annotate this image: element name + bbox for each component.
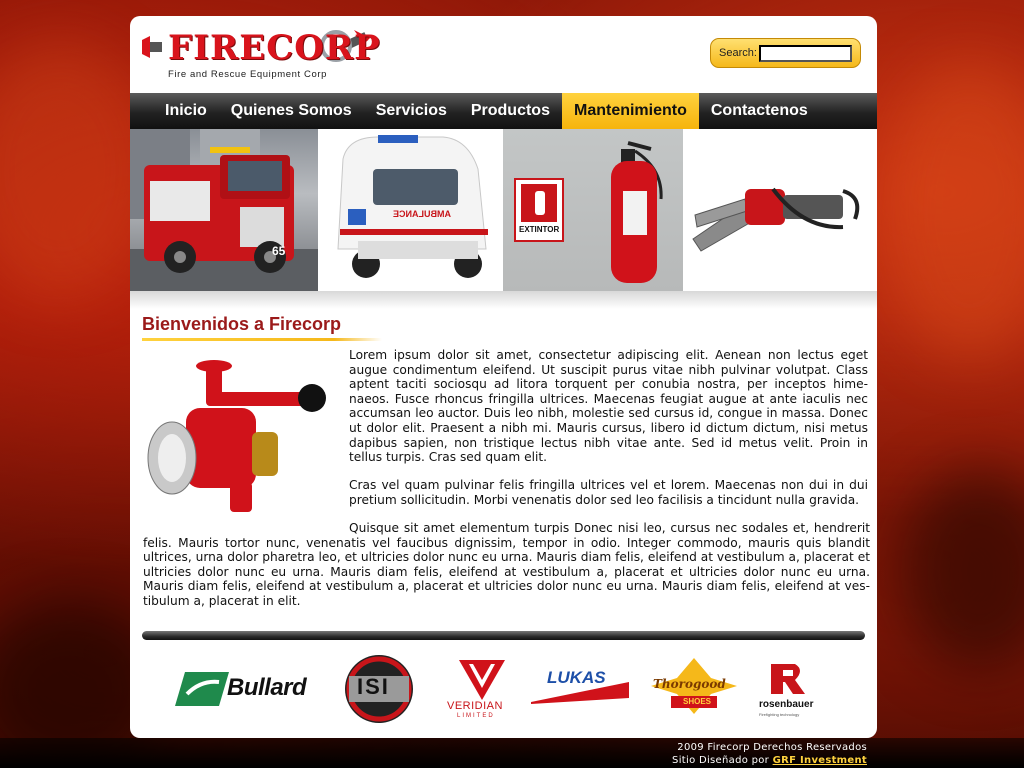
search-input[interactable] <box>758 44 852 62</box>
nav-item-contactenos[interactable]: Contactenos <box>699 93 820 129</box>
page-title: Bienvenidos a Firecorp <box>142 314 342 334</box>
rescue-cutter-icon <box>692 187 860 252</box>
isi-text: ISI <box>357 674 390 699</box>
main-nav: Inicio Quienes Somos Servicios Productos… <box>130 93 877 129</box>
fire-valve-icon <box>147 360 326 512</box>
rescue-tool-image <box>683 129 877 291</box>
veridian-text: VERIDIAN <box>447 700 503 712</box>
rosenbauer-text: rosenbauer <box>759 699 814 710</box>
extinguisher-image: EXTINTOR <box>503 129 683 291</box>
footer: 2009 Firecorp Derechos Reservados Sitio … <box>672 741 867 767</box>
fire-truck-icon <box>130 129 318 291</box>
rosenbauer-r-icon <box>771 664 805 694</box>
nav-item-servicios[interactable]: Servicios <box>364 93 459 129</box>
thorogood-logo[interactable]: Thorogood SHOES <box>651 652 737 728</box>
lukas-text: LUKAS <box>547 668 606 687</box>
rosenbauer-sub: Firefighting technology <box>759 712 800 717</box>
veridian-v-icon <box>459 660 505 700</box>
footer-designed-by: Sitio Diseñado por <box>672 755 770 766</box>
background-smoke <box>880 60 1024 360</box>
rosenbauer-logo[interactable]: rosenbauer Firefighting technology <box>753 652 823 728</box>
fire-extinguisher-icon <box>514 141 663 283</box>
partner-logos: Bullard ISI VERIDIAN LIMITED LUKAS Thoro… <box>165 652 855 728</box>
veridian-sub: LIMITED <box>457 713 495 719</box>
logo-tagline: Fire and Rescue Equipment Corp <box>168 69 327 80</box>
bullard-logo[interactable]: Bullard <box>175 652 325 728</box>
lukas-logo[interactable]: LUKAS <box>531 652 629 728</box>
ambulance-image: AMBULANCE <box>318 129 503 291</box>
nav-item-quienes-somos[interactable]: Quienes Somos <box>219 93 364 129</box>
fire-valve-image <box>144 352 334 524</box>
ambulance-text: AMBULANCE <box>393 209 451 219</box>
third-paragraph: Quisque sit amet elementum turpis Donec … <box>143 521 870 608</box>
background-smoke <box>900 470 1024 670</box>
bullard-mark-icon <box>175 672 229 706</box>
intro-paragraph: Lorem ipsum dolor sit amet, consectetur … <box>349 348 868 465</box>
second-paragraph: Cras vel quam pulvinar felis fringilla u… <box>349 478 868 507</box>
bottom-bar <box>0 738 1024 768</box>
nav-item-inicio[interactable]: Inicio <box>130 93 219 129</box>
main-container: FIRECORP Fire and Rescue Equipment Corp … <box>130 16 877 738</box>
isi-logo[interactable]: ISI <box>341 652 417 728</box>
search-label: Search: <box>719 47 757 59</box>
thorogood-sub: SHOES <box>683 697 712 706</box>
logo-text: FIRECORP <box>168 28 381 68</box>
title-underline <box>142 338 382 341</box>
thorogood-text: Thorogood <box>653 677 726 691</box>
firecorp-logo[interactable]: FIRECORP Fire and Rescue Equipment Corp <box>142 28 380 88</box>
header: FIRECORP Fire and Rescue Equipment Corp … <box>130 16 877 93</box>
veridian-logo[interactable]: VERIDIAN LIMITED <box>445 652 517 728</box>
designer-link[interactable]: GRF Investment <box>773 755 867 766</box>
section-divider <box>142 631 865 640</box>
content-shadow <box>130 291 877 309</box>
truck-number: 65 <box>272 244 286 258</box>
footer-copyright: 2009 Firecorp Derechos Reservados <box>677 742 867 753</box>
footer-credit: Sitio Diseñado por GRF Investment <box>672 754 867 767</box>
nav-item-productos[interactable]: Productos <box>459 93 562 129</box>
nav-item-mantenimiento[interactable]: Mantenimiento <box>561 93 699 129</box>
fire-truck-image: 65 <box>130 129 318 291</box>
extinguisher-sign: EXTINTOR <box>519 225 560 234</box>
search-box: Search: <box>710 38 861 68</box>
banner: 65 AMBULANCE EXTINTOR <box>130 129 877 291</box>
bullard-text: Bullard <box>227 674 307 701</box>
